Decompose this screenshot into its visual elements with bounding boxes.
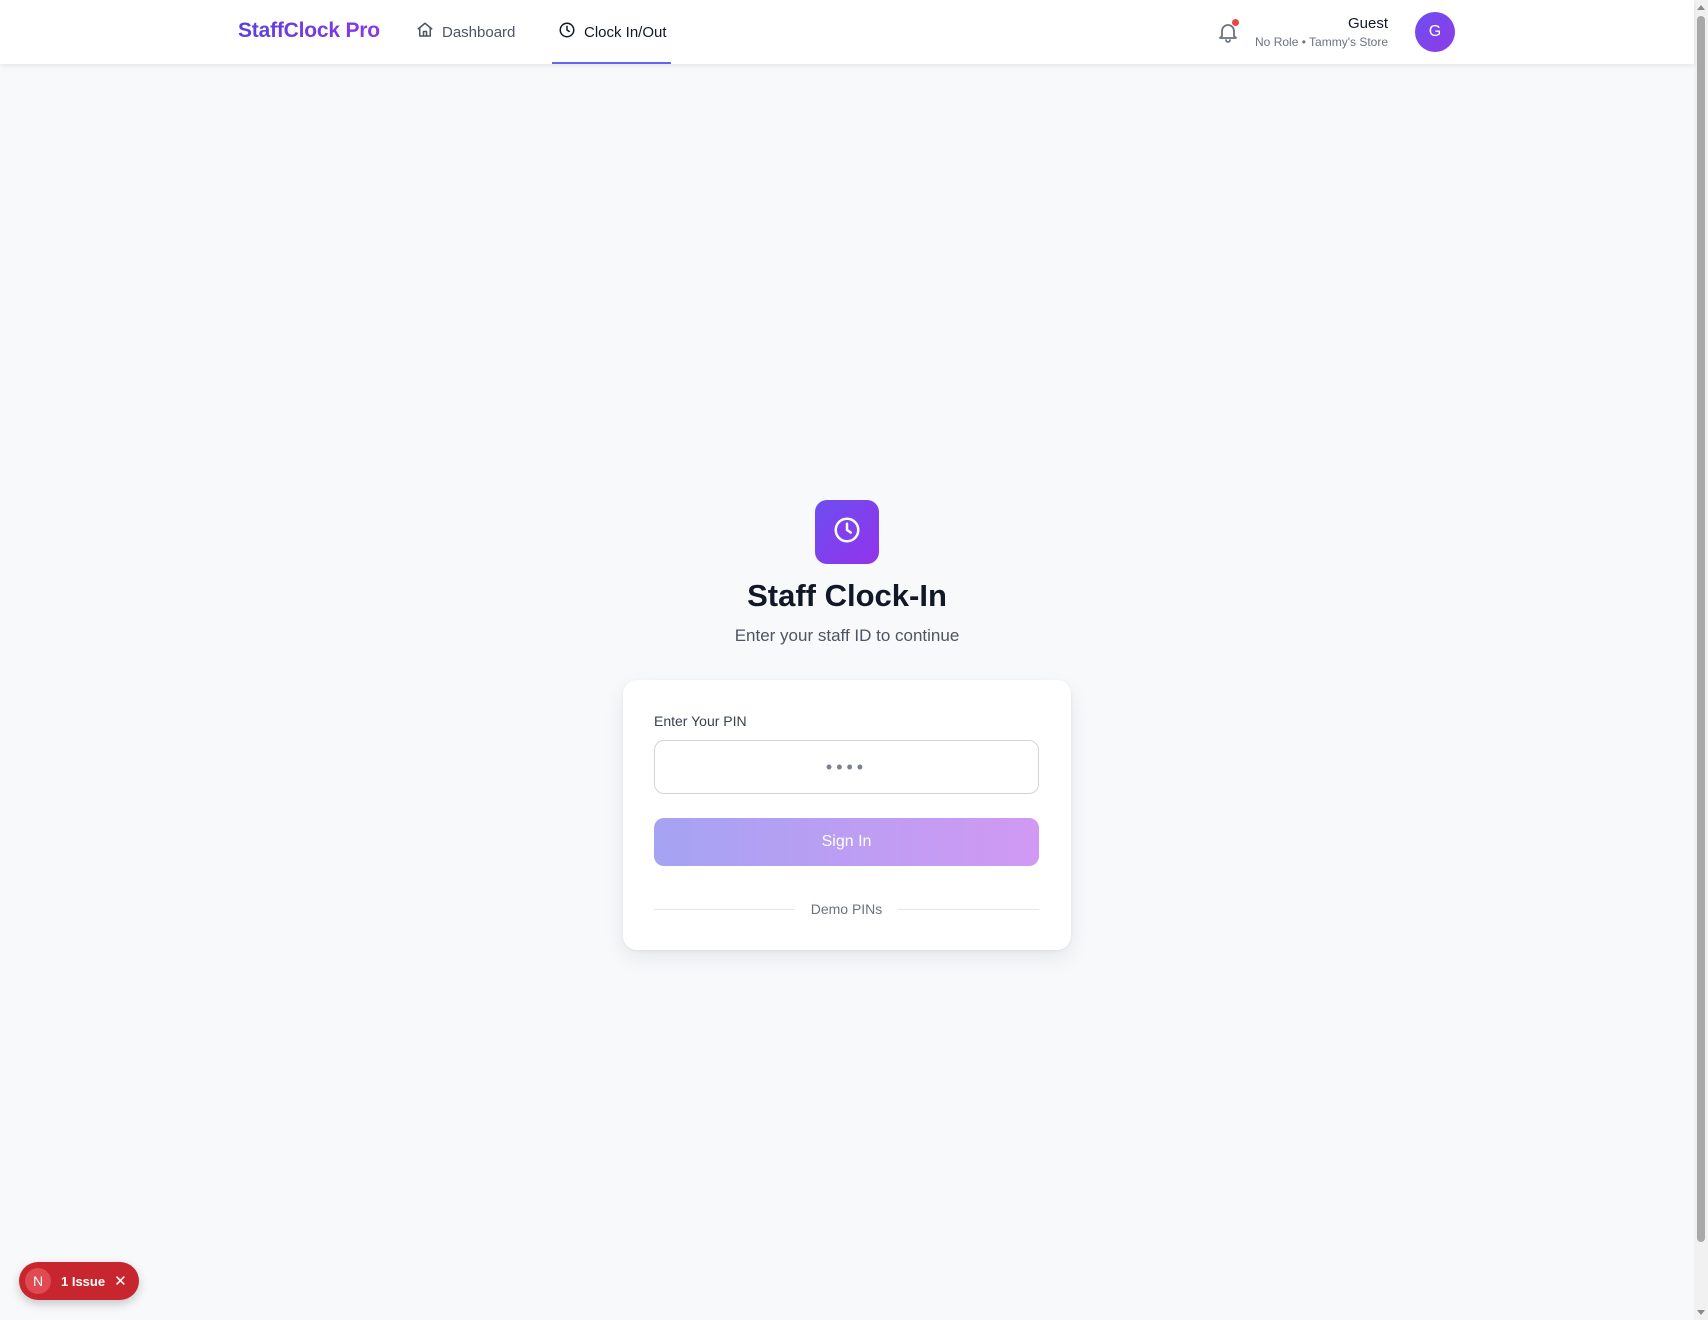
clock-icon — [558, 21, 576, 43]
nav-item-dashboard[interactable]: Dashboard — [416, 0, 515, 64]
close-icon[interactable]: ✕ — [114, 1272, 127, 1290]
pin-label: Enter Your PIN — [654, 713, 747, 729]
divider-line — [654, 908, 795, 910]
bell-icon — [1216, 24, 1240, 48]
page-scrollbar[interactable] — [1694, 0, 1708, 1320]
divider-line — [898, 908, 1040, 910]
page-subtitle: Enter your staff ID to continue — [734, 626, 960, 645]
page-title: Staff Clock-In — [747, 578, 947, 613]
clock-in-badge — [815, 500, 879, 564]
notifications-button[interactable] — [1216, 19, 1240, 44]
brand-logo[interactable]: StaffClock Pro — [238, 19, 380, 43]
notification-dot — [1232, 19, 1239, 26]
pin-input[interactable] — [654, 740, 1039, 794]
scroll-up-arrow-icon[interactable] — [1697, 5, 1705, 10]
clock-icon — [832, 515, 862, 550]
nav-item-label: Dashboard — [442, 23, 516, 41]
sign-in-button[interactable]: Sign In — [654, 818, 1039, 866]
demo-pins-divider: Demo PINs — [654, 899, 1040, 919]
scrollbar-thumb[interactable] — [1697, 16, 1705, 1242]
avatar[interactable]: G — [1415, 12, 1455, 52]
user-role-store: No Role • Tammy's Store — [1255, 35, 1388, 49]
nextjs-logo-icon: N — [25, 1268, 51, 1294]
nav-item-clock-in-out[interactable]: Clock In/Out — [552, 0, 671, 64]
top-navigation-bar: StaffClock Pro Dashboard Clock In/Out Gu… — [0, 0, 1694, 64]
issues-badge[interactable]: N 1 Issue ✕ — [19, 1262, 139, 1300]
pin-login-card: Enter Your PIN Sign In Demo PINs — [623, 680, 1071, 950]
demo-pins-label: Demo PINs — [810, 901, 883, 917]
nav-item-label: Clock In/Out — [584, 23, 667, 41]
user-info: Guest No Role • Tammy's Store — [1255, 15, 1388, 50]
user-name: Guest — [1347, 15, 1388, 32]
scroll-down-arrow-icon[interactable] — [1697, 1310, 1705, 1315]
issues-count: 1 Issue — [61, 1273, 106, 1289]
home-icon — [416, 21, 434, 43]
